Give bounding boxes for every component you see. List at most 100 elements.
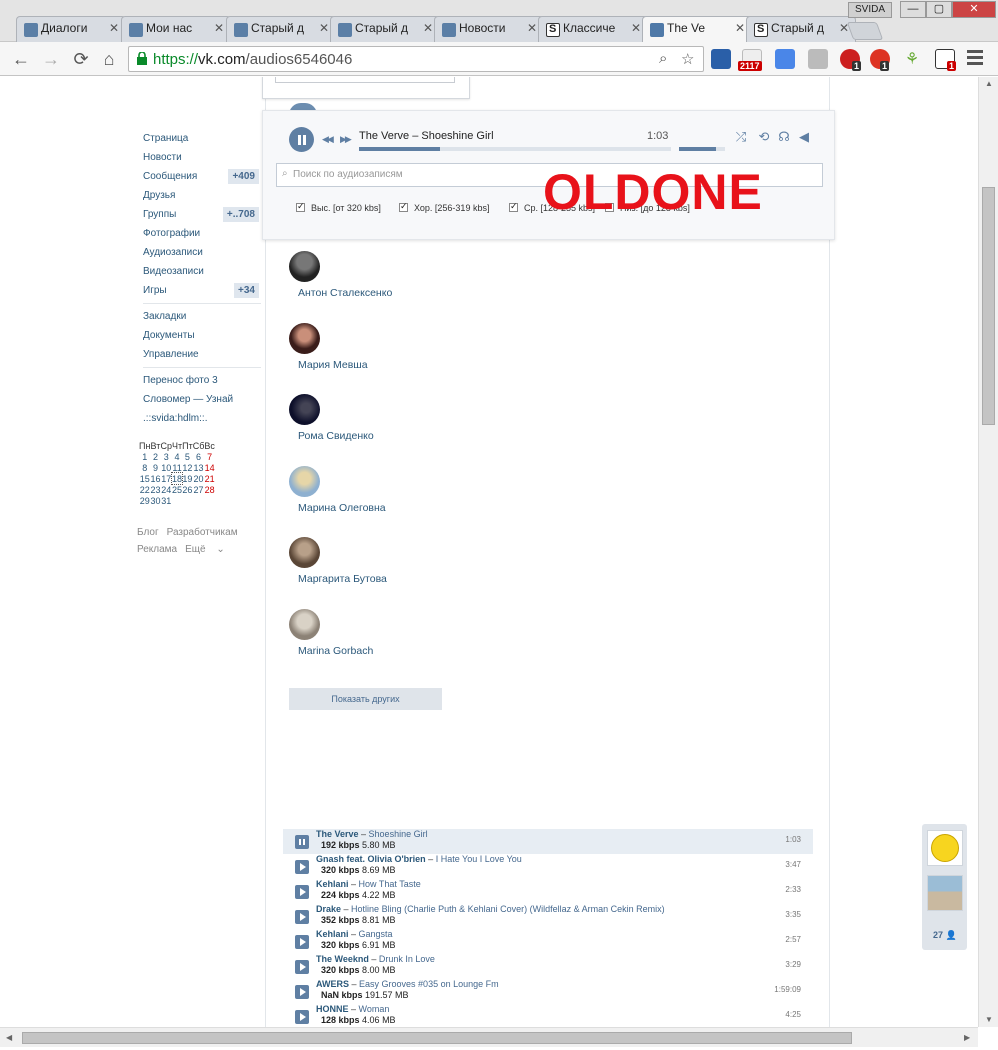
audio-artist[interactable]: AWERS [316,979,349,989]
audio-song[interactable]: Gangsta [359,929,393,939]
search-icon[interactable]: ⌕ [659,50,667,67]
close-tab-icon[interactable]: ✕ [527,21,537,35]
close-tab-icon[interactable]: ✕ [423,21,433,35]
scroll-left-icon[interactable]: ◀ [6,1033,12,1042]
close-tab-icon[interactable]: ✕ [214,21,224,35]
audio-song[interactable]: Drunk In Love [379,954,435,964]
sidebar-item[interactable]: Друзья [137,186,261,205]
calendar-day[interactable]: 1 [139,451,150,462]
developers-link[interactable]: Разработчикам [167,527,238,538]
sprout-extension-icon[interactable]: ⚘ [902,49,922,69]
address-bar[interactable]: https://vk.com/audios6546046 ⌕ ☆ [128,46,704,72]
audio-artist[interactable]: Kehlani [316,879,349,889]
vertical-scrollbar[interactable]: ▲ ▼ [978,77,998,1027]
scroll-down-icon[interactable]: ▼ [985,1015,993,1024]
calendar-day[interactable]: 7 [204,451,215,462]
friend-name[interactable]: Мария Мевша [298,359,368,371]
sidebar-item[interactable]: Сообщения +409 [137,167,261,186]
maximize-button[interactable]: ▢ [926,1,952,18]
sidebar-item[interactable]: Страница [137,129,261,148]
audio-artist[interactable]: The Weeknd [316,954,369,964]
counter-badge[interactable]: +..708 [222,207,259,222]
browser-tab[interactable]: Старый д✕ [330,16,440,42]
calendar-day[interactable]: 17 [160,473,172,484]
browser-tab[interactable]: Новости ✕ [434,16,544,42]
chat-avatar[interactable] [927,830,963,866]
audio-row[interactable]: AWERS – Easy Grooves #035 on Lounge Fm Na… [283,979,813,1004]
audio-artist[interactable]: Gnash feat. Olivia O'brien [316,854,426,864]
friend-name[interactable]: Маргарита Бутова [298,573,387,585]
calendar-day[interactable]: 2 [150,451,160,462]
browser-tab[interactable]: Старый д✕ [226,16,336,42]
browser-tab[interactable]: Диалоги ✕ [16,16,126,42]
friend-item[interactable]: Марина Олеговна [289,465,489,522]
sidebar-item[interactable]: Видеозаписи [137,262,261,281]
calendar-day[interactable]: 30 [150,495,160,506]
avatar[interactable] [289,322,320,354]
show-more-button[interactable]: Показать других [289,688,442,710]
close-window-button[interactable]: ✕ [952,1,996,18]
friend-item[interactable]: Мария Мевша [289,322,489,379]
calendar-day[interactable]: 10 [160,462,172,473]
play-icon[interactable] [295,860,309,874]
audio-artist[interactable]: Kehlani [316,929,349,939]
calendar-day[interactable]: 11 [172,462,182,473]
browser-tab[interactable]: The Ve ✕ [642,16,752,43]
calendar-day[interactable]: 9 [150,462,160,473]
close-tab-icon[interactable]: ✕ [631,21,641,35]
audio-row[interactable]: Drake – Hotline Bling (Charlie Puth & Ke… [283,904,813,929]
audio-row[interactable]: Kehlani – Gangsta 320 kbps 6.91 MB 2:57 [283,929,813,954]
avatar[interactable] [289,394,320,425]
back-button[interactable]: ← [10,48,32,70]
vertical-scroll-thumb[interactable] [982,187,995,425]
online-count[interactable]: 27 👤 [933,930,957,941]
audio-row[interactable]: The Weeknd – Drunk In Love 320 kbps 8.00 … [283,954,813,979]
previous-track-icon[interactable]: ◀◀ [322,134,334,145]
audio-song[interactable]: Easy Grooves #035 on Lounge Fm [359,979,499,989]
progress-bar[interactable] [359,147,671,151]
audio-row[interactable]: Kehlani – How That Taste 224 kbps 4.22 MB… [283,879,813,904]
calendar-day[interactable]: 23 [150,484,160,495]
sidebar-item[interactable]: Аудиозаписи [137,243,261,262]
friend-item[interactable]: Антон Сталексенко [289,251,489,307]
calendar-day[interactable]: 22 [139,484,150,495]
audio-artist[interactable]: HONNE [316,1004,349,1014]
sidebar-item[interactable]: Группы +..708 [137,205,261,224]
sidebar-item[interactable]: Закладки [137,307,261,326]
play-icon[interactable] [295,885,309,899]
avatar[interactable] [289,251,320,282]
friend-name[interactable]: Рома Свиденко [298,430,374,442]
translate-extension-icon[interactable] [775,49,795,69]
star-icon[interactable]: ☆ [681,50,694,68]
ads-link[interactable]: Реклама [137,544,177,555]
close-tab-icon[interactable]: ✕ [319,21,329,35]
audio-song[interactable]: How That Taste [359,879,421,889]
minimize-button[interactable]: — [900,1,926,18]
counter-badge[interactable]: +409 [228,169,259,184]
chat-avatar[interactable] [927,875,963,911]
close-tab-icon[interactable]: ✕ [735,21,745,35]
filter-high[interactable]: Выс. [от 320 kbs] [296,201,381,213]
audio-artist[interactable]: Drake [316,904,341,914]
calendar-day[interactable]: 31 [160,495,172,506]
friend-name[interactable]: Марина Олеговна [298,502,386,514]
audio-song[interactable]: Shoeshine Girl [369,829,428,839]
sidebar-item[interactable]: Перенос фото 3 [137,371,261,390]
menu-icon[interactable] [967,50,983,66]
volume-slider[interactable] [679,147,725,151]
scroll-right-icon[interactable]: ▶ [964,1033,970,1042]
scroll-up-icon[interactable]: ▲ [985,79,993,88]
sidebar-item[interactable]: Игры +34 [137,281,261,300]
calendar-day[interactable]: 18 [170,472,184,485]
audio-song[interactable]: I Hate You I Love You [436,854,522,864]
calendar-day[interactable]: 25 [172,484,182,495]
avatar[interactable] [289,465,320,497]
calendar-day[interactable]: 27 [193,484,205,495]
play-icon[interactable] [295,935,309,949]
dropdown-input[interactable] [275,77,455,83]
browser-tab[interactable]: Старый д✕ [746,16,856,42]
reload-button[interactable]: ⟳ [70,48,92,70]
calendar-day[interactable]: 21 [204,473,215,484]
friend-name[interactable]: Антон Сталексенко [298,287,392,299]
sidebar-item[interactable]: Документы [137,326,261,345]
